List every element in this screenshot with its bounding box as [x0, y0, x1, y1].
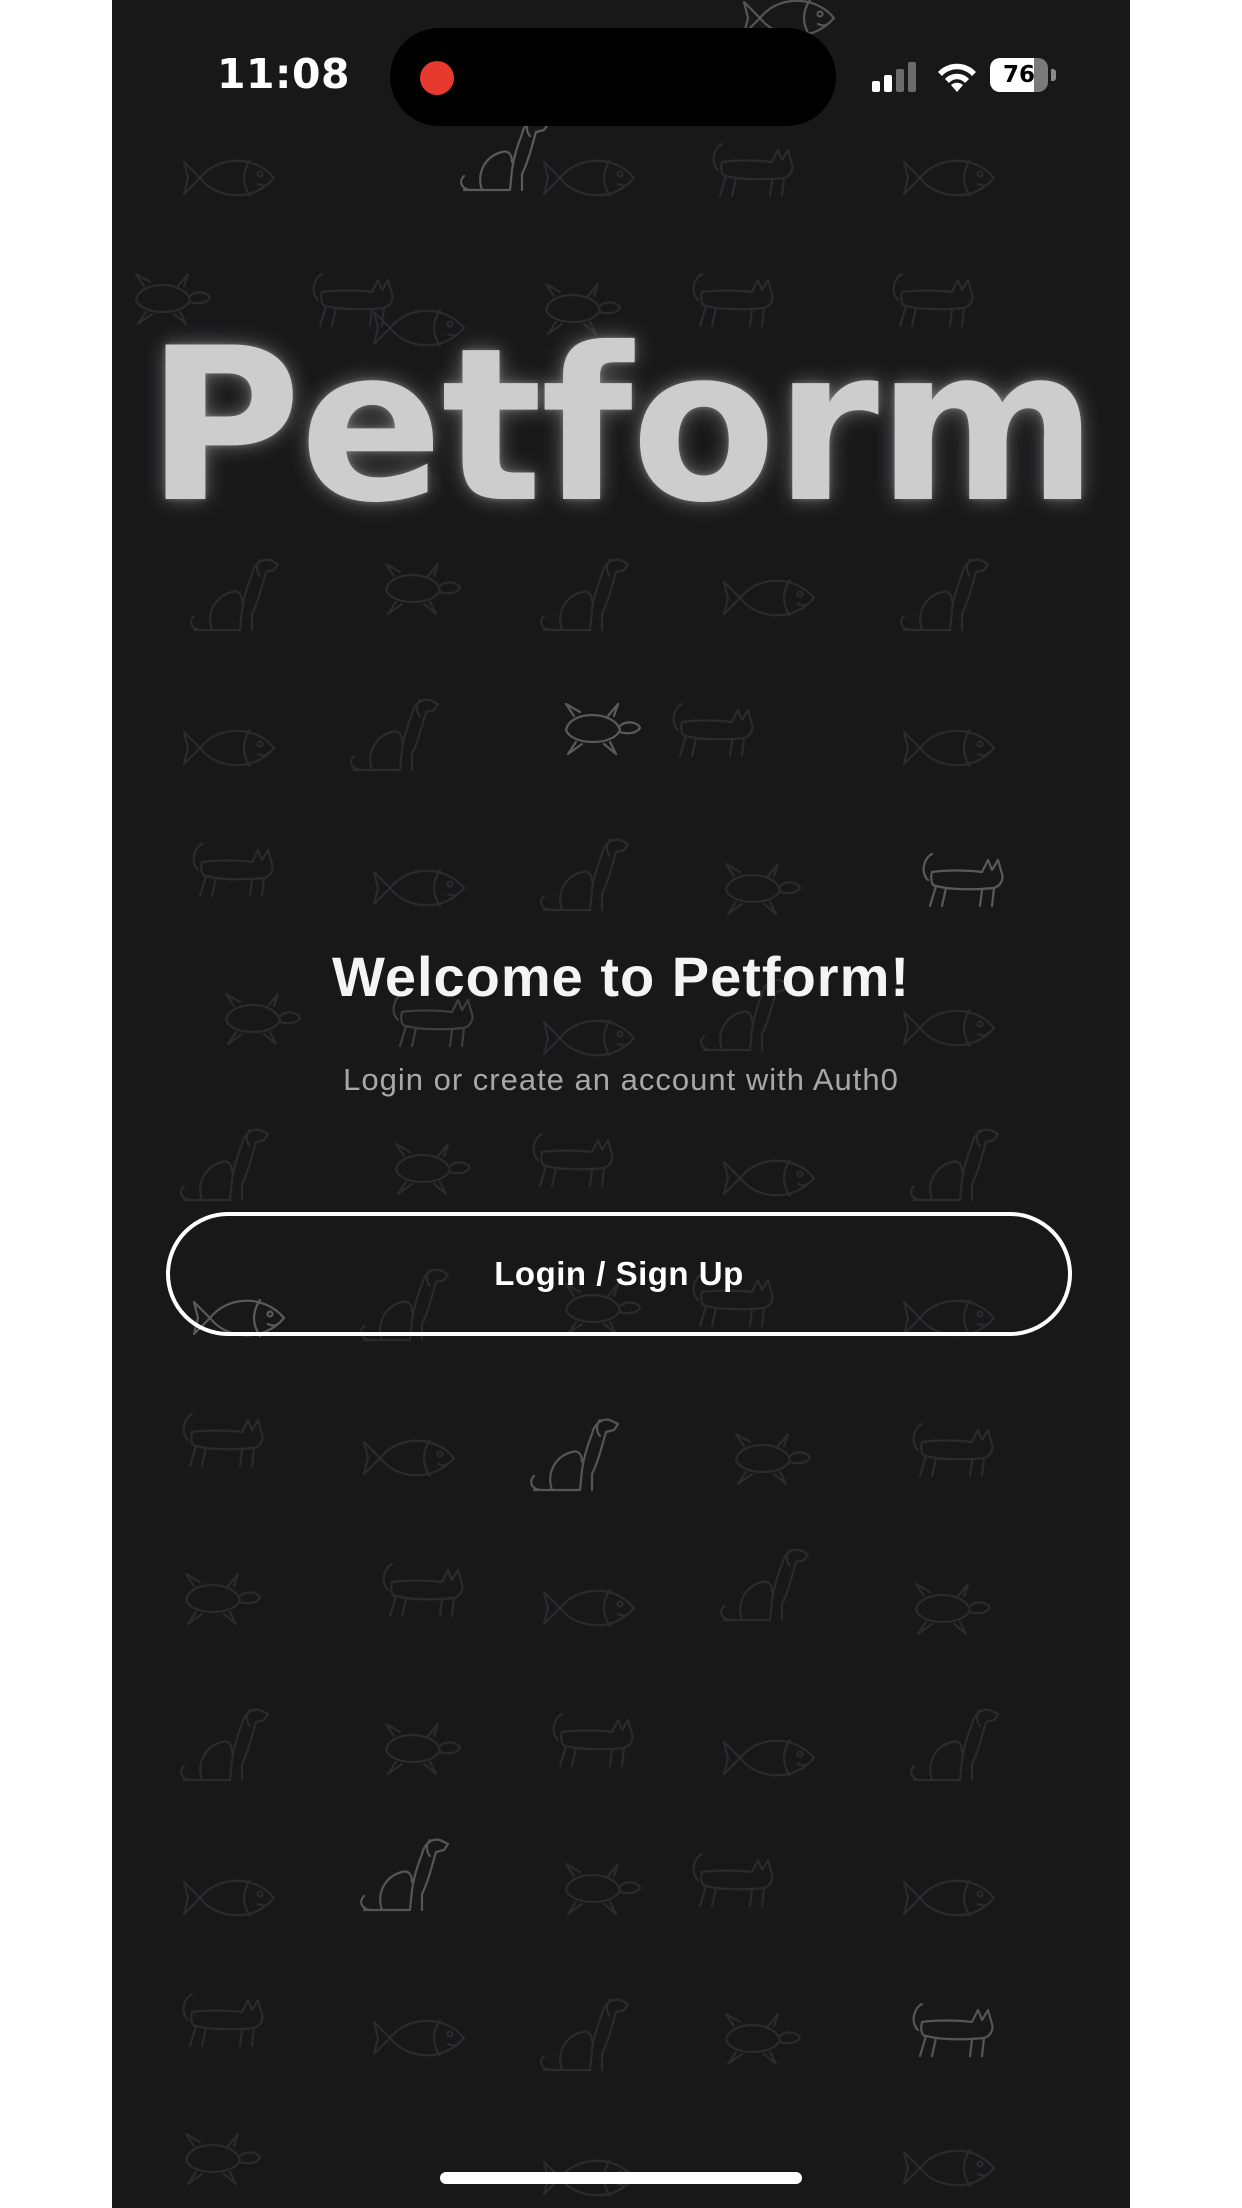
- home-indicator[interactable]: [440, 2172, 802, 2184]
- battery-icon: 76: [990, 58, 1056, 92]
- app-screen: 11:08 76 Petform Welcome to Petform! Log…: [112, 0, 1130, 2208]
- page: 11:08 76 Petform Welcome to Petform! Log…: [0, 0, 1242, 2208]
- status-time: 11:08: [217, 50, 351, 98]
- welcome-subtitle: Login or create an account with Auth0: [343, 1062, 899, 1097]
- cellular-signal-icon: [872, 62, 920, 92]
- dynamic-island: [390, 28, 836, 126]
- battery-cap: [1051, 69, 1056, 81]
- recording-indicator-icon: [420, 61, 454, 95]
- welcome-title: Welcome to Petform!: [331, 945, 911, 1008]
- wifi-icon: [938, 63, 976, 92]
- battery-level: 76: [990, 58, 1048, 92]
- app-logo: Petform: [146, 302, 1098, 549]
- login-signup-button[interactable]: Login / Sign Up: [166, 1212, 1072, 1336]
